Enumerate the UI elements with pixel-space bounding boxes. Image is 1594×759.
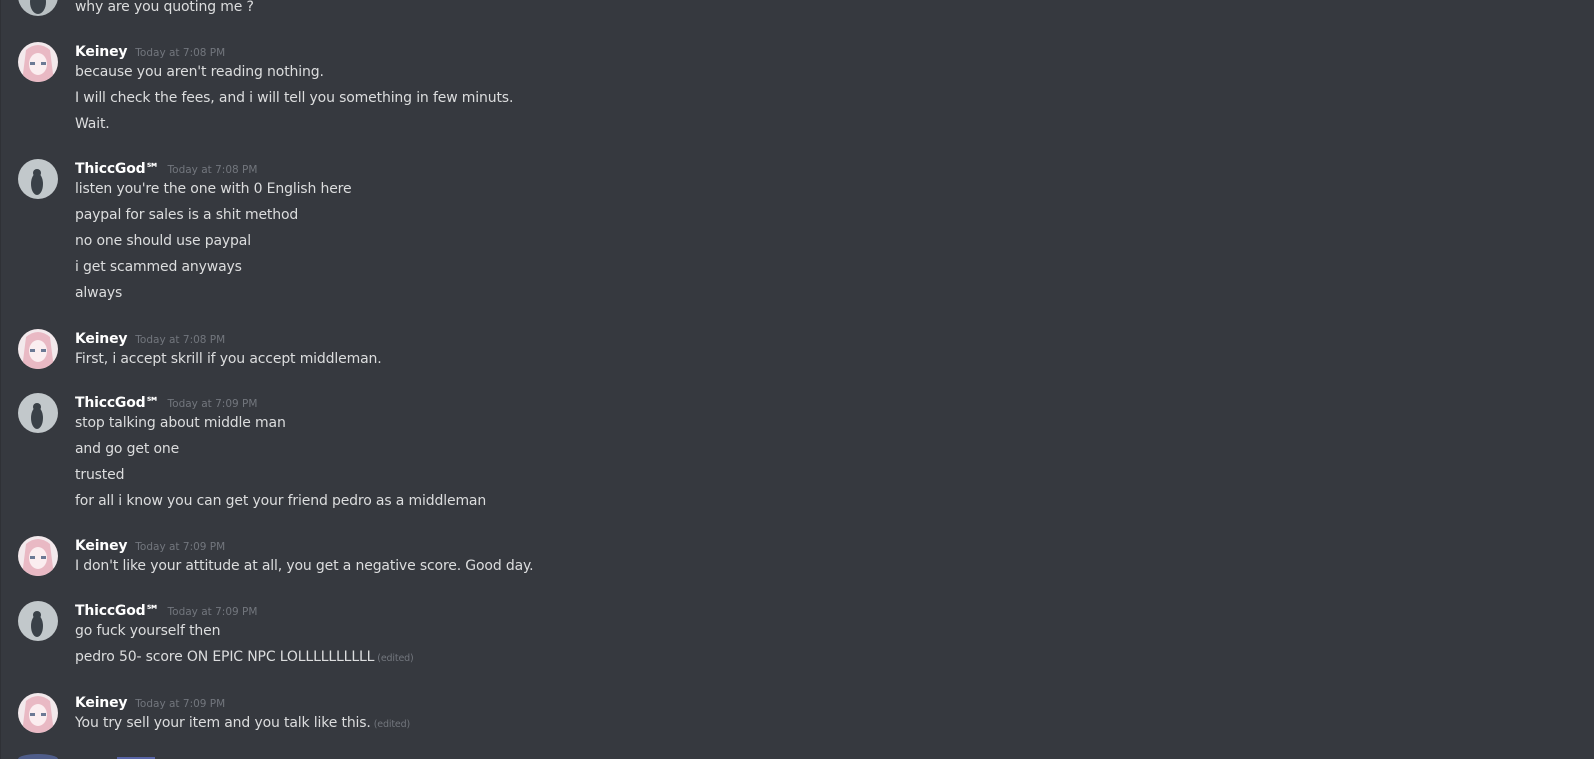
message-text: stop talking about middle man: [75, 415, 286, 431]
message-text: trusted: [75, 467, 125, 483]
username[interactable]: Keiney: [75, 44, 127, 60]
message-text: listen you're the one with 0 English her…: [75, 181, 352, 197]
message-text-content: You try sell your item and you talk like…: [75, 715, 371, 731]
username[interactable]: ThiccGod℠: [75, 395, 160, 411]
penguin-avatar-icon[interactable]: [18, 0, 58, 16]
timestamp: Today at 7:09 PM: [167, 606, 258, 618]
username[interactable]: Keiney: [75, 695, 127, 711]
message-text: I will check the fees, and i will tell y…: [75, 90, 514, 106]
message-text: go fuck yourself then: [75, 623, 221, 639]
message-text: for all i know you can get your friend p…: [75, 493, 487, 509]
anime-girl-avatar-icon[interactable]: [18, 536, 58, 576]
message-text-content: pedro 50- score ON EPIC NPC LOLLLLLLLLLL: [75, 649, 375, 665]
penguin-avatar-icon[interactable]: [18, 601, 58, 641]
message-text: i get scammed anyways: [75, 259, 242, 275]
message-text: pedro 50- score ON EPIC NPC LOLLLLLLLLLL…: [75, 648, 414, 668]
edited-label: (edited): [373, 719, 411, 730]
username[interactable]: Keiney: [75, 331, 127, 347]
anime-girl-avatar-icon[interactable]: [18, 329, 58, 369]
timestamp: Today at 7:08 PM: [135, 47, 226, 59]
message-text: why are you quoting me ?: [75, 0, 254, 15]
username[interactable]: ThiccGod℠: [75, 603, 160, 619]
penguin-avatar-icon[interactable]: [18, 159, 58, 199]
message-text: First, i accept skrill if you accept mid…: [75, 351, 382, 367]
username[interactable]: ThiccGod℠: [75, 161, 160, 177]
message-text: You try sell your item and you talk like…: [75, 714, 410, 734]
timestamp: Today at 7:09 PM: [135, 541, 226, 553]
next-message-avatar-icon[interactable]: [18, 754, 58, 759]
message-text: I don't like your attitude at all, you g…: [75, 558, 534, 574]
timestamp: Today at 7:09 PM: [135, 698, 226, 710]
message-text: always: [75, 285, 123, 301]
timestamp: Today at 7:08 PM: [135, 334, 226, 346]
timestamp: Today at 7:08 PM: [167, 164, 258, 176]
message-text: no one should use paypal: [75, 233, 251, 249]
penguin-avatar-icon[interactable]: [18, 393, 58, 433]
anime-girl-avatar-icon[interactable]: [18, 693, 58, 733]
message-text: paypal for sales is a shit method: [75, 207, 299, 223]
message-text: and go get one: [75, 441, 180, 457]
message-text: because you aren't reading nothing.: [75, 64, 324, 80]
edited-label: (edited): [377, 653, 414, 664]
timestamp: Today at 7:09 PM: [167, 398, 258, 410]
username[interactable]: Keiney: [75, 538, 127, 554]
anime-girl-avatar-icon[interactable]: [18, 42, 58, 82]
chat-messages-area[interactable]: why are you quoting me ? Keiney Today at …: [0, 0, 1594, 759]
message-text: Wait.: [75, 116, 110, 132]
